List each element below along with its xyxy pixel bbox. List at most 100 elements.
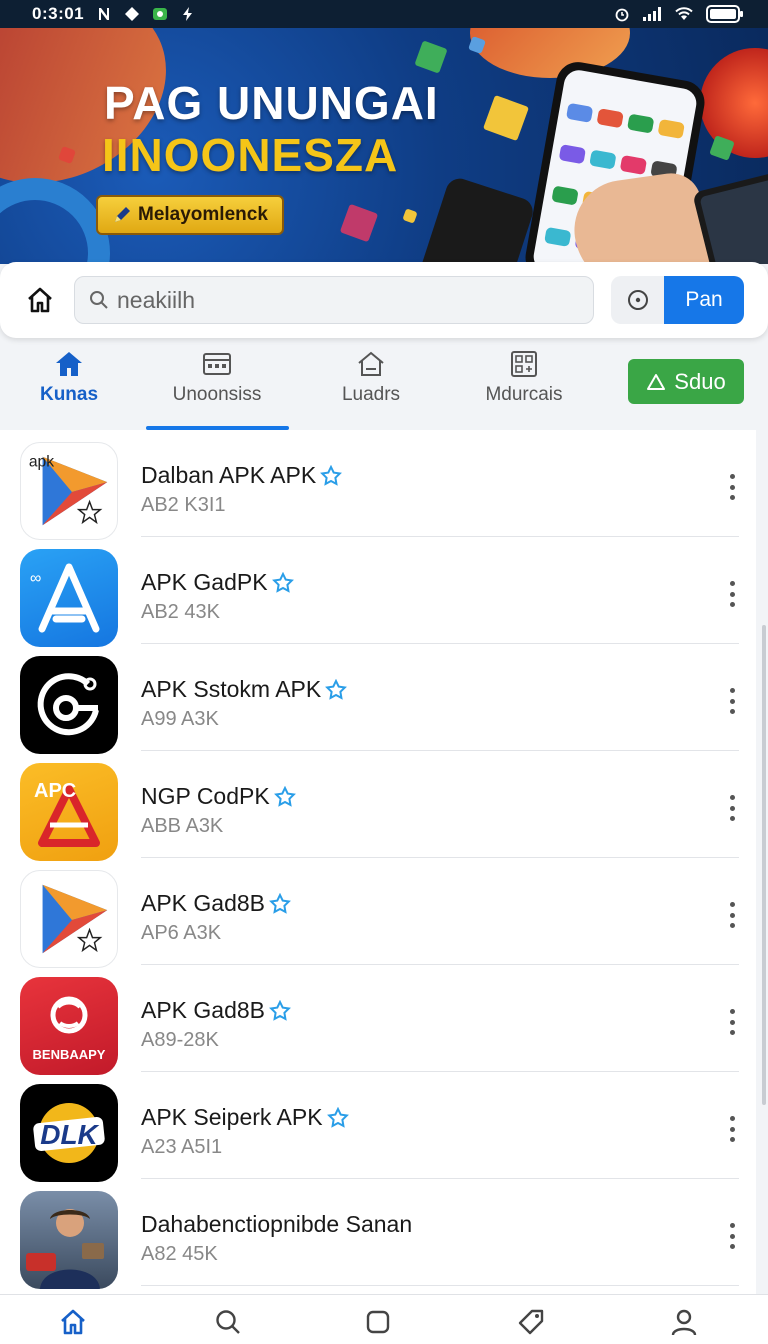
search-card: Pan	[0, 262, 768, 338]
divider	[141, 1285, 739, 1286]
nav-profile[interactable]	[664, 1305, 704, 1339]
n-icon	[99, 8, 110, 20]
list-item[interactable]: apk Dalban APK APK AB2 K3I1	[0, 430, 756, 540]
more-options-icon[interactable]	[718, 793, 746, 823]
tab-label: Kunas	[39, 384, 99, 405]
verified-star-icon	[273, 785, 296, 807]
search-input[interactable]	[117, 286, 557, 314]
decor-cube	[402, 208, 418, 224]
decor-sphere	[700, 48, 768, 158]
alarm-icon	[615, 8, 629, 22]
status-time: 0:3:01	[32, 4, 85, 23]
nav-search[interactable]	[208, 1305, 248, 1339]
app-name-text: NGP CodPK	[141, 783, 270, 809]
app-name: APK GadPK	[141, 569, 294, 596]
list-item[interactable]: ∞ APK GadPK AB2 43K	[0, 537, 756, 647]
clock-icon	[628, 290, 648, 310]
profile-icon	[671, 1309, 697, 1336]
app-name: APK Gad8B	[141, 890, 291, 917]
apc-triangle-icon: APC	[20, 763, 118, 861]
icon-text: BENBAAPY	[33, 1047, 106, 1062]
more-options-icon[interactable]	[718, 1007, 746, 1037]
app-name: APK Gad8B	[141, 997, 291, 1024]
search-box[interactable]	[74, 276, 594, 324]
more-options-icon[interactable]	[718, 579, 746, 609]
list-item[interactable]: Dahabenctiopnibde Sanan A82 45K	[0, 1179, 756, 1289]
tab-mdurcais[interactable]: Mdurcais	[480, 350, 568, 406]
promo-banner[interactable]: PAG UNUNGAI IINOONESZA Melayomlenck	[0, 28, 768, 264]
app-name: Dalban APK APK	[141, 462, 343, 489]
decor-cube	[414, 40, 448, 74]
pencil-icon	[115, 207, 130, 222]
app-name-text: Dahabenctiopnibde Sanan	[141, 1211, 413, 1237]
app-name: APK Sstokm APK	[141, 676, 348, 703]
list-item[interactable]: APK Gad8B AP6 A3K	[0, 858, 756, 968]
more-options-icon[interactable]	[718, 900, 746, 930]
status-left: 0:3:01	[32, 4, 196, 24]
battery-icon	[706, 5, 743, 23]
more-options-icon[interactable]	[718, 472, 746, 502]
home-icon	[61, 1309, 85, 1335]
grid-icon	[511, 351, 537, 377]
nav-offers[interactable]	[511, 1305, 551, 1339]
banner-title: PAG UNUNGAI	[104, 77, 439, 129]
list-item[interactable]: APC NGP CodPK ABB A3K	[0, 751, 756, 861]
verified-star-icon	[326, 1106, 349, 1128]
home-icon	[56, 352, 82, 376]
search-icon	[90, 291, 108, 309]
square-icon	[366, 1310, 390, 1334]
triangle-icon	[647, 373, 666, 390]
app-meta: A82 45K	[141, 1243, 218, 1265]
app-name-text: APK Gad8B	[141, 890, 266, 916]
icon-text: APC	[34, 780, 76, 802]
icon-text: DLK	[40, 1119, 99, 1150]
list-item[interactable]: APK Sstokm APK A99 A3K	[0, 644, 756, 754]
app-meta: AB2 K3I1	[141, 494, 226, 516]
app-meta: A23 A5I1	[141, 1136, 223, 1158]
home-button[interactable]	[22, 280, 58, 320]
app-store-a-icon: ∞	[20, 549, 118, 647]
list-item[interactable]: BENBAAPY APK Gad8B A89-28K	[0, 965, 756, 1075]
tab-kunas[interactable]: Kunas	[40, 350, 98, 406]
verified-star-icon	[269, 999, 291, 1021]
tab-luadrs[interactable]: Luadrs	[336, 350, 406, 406]
wifi-icon	[675, 7, 693, 20]
more-options-icon[interactable]	[718, 1221, 746, 1251]
status-right	[614, 5, 744, 23]
app-name: NGP CodPK	[141, 783, 296, 810]
app-meta: AP6 A3K	[141, 922, 222, 944]
diamond-icon	[125, 7, 140, 21]
list-item[interactable]: DLK APK Seiperk APK A23 A5I1	[0, 1072, 756, 1182]
tab-label: Unoonsiss	[172, 384, 262, 405]
verified-star-icon	[271, 571, 294, 593]
scrollbar[interactable]	[762, 625, 766, 1105]
tab-unoonsiss[interactable]: Unoonsiss	[158, 350, 276, 406]
more-options-icon[interactable]	[718, 1114, 746, 1144]
app-list: apk Dalban APK APK AB2 K3I1 ∞ APK GadPK …	[0, 430, 756, 1294]
banner-badge[interactable]: Melayomlenck	[96, 195, 284, 235]
signal-icon	[643, 7, 661, 21]
decor-cube	[482, 94, 530, 142]
bottom-navigation	[0, 1294, 768, 1344]
history-button[interactable]	[611, 276, 665, 324]
category-tabs: Kunas Unoonsiss Luadrs Mdurcais Sduo	[0, 338, 768, 430]
banner-subtitle: IINOONESZA	[102, 129, 399, 181]
decor-cube	[339, 203, 379, 243]
app-name-text: APK Seiperk APK	[141, 1104, 323, 1130]
tag-icon	[518, 1309, 544, 1335]
benbaapy-icon: BENBAAPY	[20, 977, 118, 1075]
nav-apps[interactable]	[358, 1305, 398, 1339]
verified-star-icon	[269, 892, 291, 914]
verified-star-icon	[325, 678, 348, 700]
app-meta: A89-28K	[141, 1029, 219, 1051]
more-options-icon[interactable]	[718, 686, 746, 716]
house-outline-icon	[358, 351, 384, 376]
browser-icon	[203, 353, 231, 375]
search-go-button[interactable]: Pan	[664, 276, 744, 324]
nav-home[interactable]	[53, 1305, 93, 1339]
phone-illustration	[413, 175, 537, 264]
app-name-text: APK Sstokm APK	[141, 676, 322, 702]
status-bar: 0:3:01	[0, 0, 768, 28]
submit-button[interactable]: Sduo	[628, 359, 744, 404]
play-triangle-icon	[20, 870, 118, 968]
